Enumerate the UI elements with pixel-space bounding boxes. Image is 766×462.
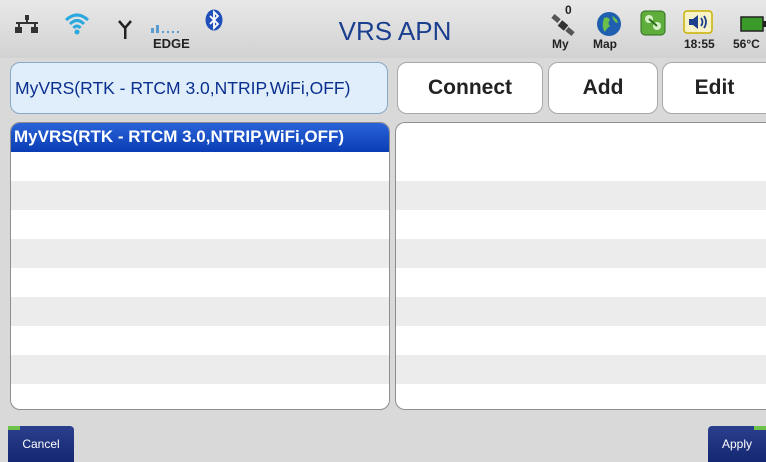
my-label: My [552, 37, 569, 51]
detail-row-empty [396, 210, 766, 239]
list-row-empty [11, 384, 389, 409]
battery-icon [740, 16, 766, 32]
status-bar: EDGE VRS APN 0 My Map 18:55 56°C [0, 0, 766, 58]
map-globe-icon[interactable] [596, 11, 622, 37]
detail-row-empty [396, 326, 766, 355]
detail-row-empty [396, 268, 766, 297]
cancel-button[interactable]: Cancel [8, 426, 74, 462]
list-row-empty [11, 181, 389, 210]
apply-button[interactable]: Apply [708, 426, 766, 462]
time-label: 18:55 [684, 37, 715, 51]
volume-icon[interactable] [683, 10, 713, 34]
app-icon[interactable] [640, 10, 666, 36]
page-title: VRS APN [338, 16, 452, 46]
network-type-label: EDGE [153, 36, 190, 51]
edit-button[interactable]: Edit [662, 62, 766, 114]
satellite-icon [551, 14, 575, 36]
list-row-empty [11, 297, 389, 326]
detail-row-empty [396, 355, 766, 384]
signal-strength-icon [151, 25, 179, 33]
map-label[interactable]: Map [593, 37, 617, 51]
detail-row-empty [396, 297, 766, 326]
add-button[interactable]: Add [548, 62, 658, 114]
list-row-empty [11, 210, 389, 239]
detail-row-empty [396, 152, 766, 181]
detail-row-empty [396, 384, 766, 409]
detail-row-empty [396, 123, 766, 152]
wifi-icon [64, 13, 90, 35]
profile-selector[interactable]: MyVRS(RTK - RTCM 3.0,NTRIP,WiFi,OFF) [10, 62, 388, 114]
list-row-empty [11, 326, 389, 355]
bluetooth-icon [205, 9, 223, 31]
list-row-empty [11, 355, 389, 384]
list-item[interactable]: MyVRS(RTK - RTCM 3.0,NTRIP,WiFi,OFF) [11, 123, 389, 152]
antenna-icon [118, 20, 132, 39]
temperature-label: 56°C [733, 37, 760, 51]
detail-row-empty [396, 239, 766, 268]
detail-row-empty [396, 181, 766, 210]
ethernet-icon [15, 15, 38, 33]
list-row-empty [11, 152, 389, 181]
list-row-empty [11, 239, 389, 268]
list-row-empty [11, 268, 389, 297]
details-panel [395, 122, 766, 410]
connect-button[interactable]: Connect [397, 62, 543, 114]
profile-list[interactable]: MyVRS(RTK - RTCM 3.0,NTRIP,WiFi,OFF) [10, 122, 390, 410]
